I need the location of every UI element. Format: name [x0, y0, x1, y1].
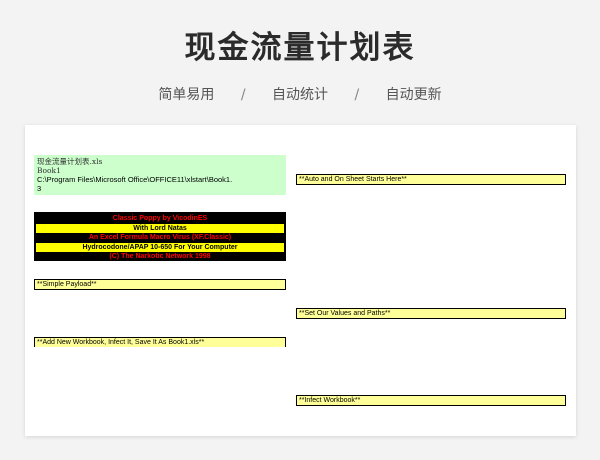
simple-payload-cell[interactable]: **Simple Payload**	[34, 279, 286, 290]
feature-tags: 简单易用 / 自动统计 / 自动更新	[0, 84, 600, 104]
spreadsheet-preview: 现金流量计划表.xls Book1 C:\Program Files\Micro…	[25, 125, 576, 436]
tag-separator: /	[240, 87, 246, 103]
page-title: 现金流量计划表	[184, 30, 416, 66]
tag-auto-update: 自动更新	[385, 87, 442, 103]
tag-separator: /	[354, 87, 360, 103]
file-path-line1: C:\Program Files\Microsoft Office\OFFICE…	[37, 175, 233, 184]
banner-line-4: Hydrocodone/APAP 10-650 For Your Compute…	[36, 242, 284, 252]
set-values-cell[interactable]: **Set Our Values and Paths**	[296, 308, 566, 319]
auto-start-cell[interactable]: **Auto and On Sheet Starts Here**	[296, 174, 566, 185]
file-info-cell[interactable]: 现金流量计划表.xls Book1 C:\Program Files\Micro…	[34, 155, 286, 195]
file-path-line2: 3	[37, 184, 42, 193]
banner-line-2: With Lord Natas	[36, 223, 284, 233]
infect-workbook-cell[interactable]: **Infect Workbook**	[296, 395, 566, 406]
tag-easy: 简单易用	[158, 87, 215, 103]
banner-line-3: An Excel Formula Macro Virus (XF.Classic…	[36, 233, 284, 243]
banner-line-1: Classic Poppy by VicodinES	[36, 214, 284, 223]
tag-auto-stats: 自动统计	[272, 87, 328, 103]
book-name: Book1	[37, 166, 61, 175]
banner-line-5: (C) The Narkotic Network 1998	[36, 252, 284, 262]
add-workbook-cell[interactable]: **Add New Workbook, Infect It, Save It A…	[34, 337, 286, 347]
credits-banner[interactable]: Classic Poppy by VicodinES With Lord Nat…	[34, 212, 286, 262]
file-name: 现金流量计划表.xls	[37, 157, 103, 166]
